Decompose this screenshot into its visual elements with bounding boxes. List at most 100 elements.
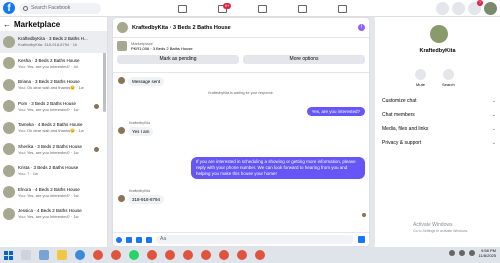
sticker-icon[interactable]: [136, 236, 142, 243]
volume-icon[interactable]: [468, 250, 475, 256]
waiting-note: KraftedbyKita is waiting for your respon…: [208, 91, 274, 95]
bell-icon: [415, 69, 426, 80]
menu-grid-button[interactable]: [436, 2, 449, 15]
mute-button[interactable]: Mute: [415, 69, 426, 87]
incoming-message[interactable]: Message sent: [128, 77, 165, 86]
section-chat-members[interactable]: Chat members ⌄: [382, 112, 496, 118]
section-privacy-support[interactable]: Privacy & support ⌄: [382, 140, 496, 146]
chrome-icon[interactable]: [219, 250, 229, 260]
listing-thumbnail: [3, 186, 15, 199]
groups-icon: [297, 4, 307, 13]
search-input[interactable]: Search Facebook: [19, 2, 101, 14]
chrome-icon[interactable]: [183, 250, 193, 260]
listing-image[interactable]: [117, 41, 127, 51]
message-row: 318-918-8794: [118, 195, 165, 204]
seen-avatar: [362, 213, 366, 217]
wifi-icon[interactable]: [458, 250, 465, 256]
sender-avatar: [118, 127, 125, 134]
chat-item[interactable]: Pom · 3 Beds 2 Baths House You: Yes, are …: [0, 96, 107, 118]
message-thread: Message sent KraftedbyKita is waiting fo…: [113, 73, 369, 223]
file-explorer-icon[interactable]: [57, 250, 67, 260]
chat-item[interactable]: Krista · 3 Beds 2 Baths House You: ? · 1w: [0, 160, 107, 182]
gif-icon[interactable]: [146, 236, 152, 243]
clock[interactable]: 9:58 PM 11/8/2025: [479, 248, 497, 258]
chat-item[interactable]: Briana · 3 Beds 2 Baths House You: Ok dea…: [0, 74, 107, 96]
chrome-icon[interactable]: [201, 250, 211, 260]
sender-avatar: [118, 77, 125, 84]
outgoing-message[interactable]: If you are interested in scheduling a sh…: [191, 157, 365, 179]
chrome-icon[interactable]: [147, 250, 157, 260]
groups-nav-button[interactable]: [282, 0, 322, 17]
section-media-files-links[interactable]: Media, files and links ⌄: [382, 126, 496, 132]
back-arrow-icon[interactable]: ←: [3, 20, 11, 29]
section-label: Privacy & support: [382, 140, 422, 146]
listing-name[interactable]: PKR1,006 · 3 Beds 2 Baths House: [131, 46, 193, 51]
chat-preview: You: Ok dear wait and thanks😊 · 1w: [18, 85, 84, 91]
incoming-message[interactable]: Yes I am: [128, 127, 154, 136]
chat-name: Pom · 3 Beds 2 Baths House: [18, 100, 77, 106]
listing-thumbnail: [3, 57, 15, 70]
section-label: Chat members: [382, 112, 415, 118]
home-icon: [177, 4, 187, 13]
windows-taskbar: 9:58 PM 11/8/2025: [0, 247, 500, 263]
listing-thumbnail: [3, 164, 15, 177]
chat-name: KraftedbyKita · 3 Beds 2 Baths H...: [18, 36, 88, 42]
mute-label: Mute: [416, 82, 425, 87]
search-icon: [442, 69, 454, 80]
chat-item[interactable]: Tameka · 4 Beds 2 Baths House You: Ok dea…: [0, 117, 107, 139]
chevron-down-icon: ⌄: [491, 126, 496, 132]
activate-windows-watermark: Activate Windows Go to Settings to activ…: [413, 222, 468, 234]
chat-name: Kesha · 3 Beds 2 Baths House: [18, 57, 80, 63]
outgoing-message[interactable]: Yes, are you interested?: [306, 107, 365, 116]
chevron-down-icon: ⌄: [491, 98, 496, 104]
chrome-icon[interactable]: [255, 250, 265, 260]
chrome-icon[interactable]: [111, 250, 121, 260]
task-view-icon[interactable]: [39, 250, 49, 260]
chevron-up-icon[interactable]: [448, 250, 455, 256]
contact-avatar[interactable]: [430, 25, 448, 43]
info-icon[interactable]: i: [358, 24, 365, 31]
message-composer: Aa: [113, 232, 369, 246]
gaming-icon: [337, 4, 347, 13]
sender-name: KraftedbyKita: [129, 189, 151, 193]
search-taskbar-icon[interactable]: [21, 250, 31, 260]
chat-item[interactable]: Elnora · 4 Beds 2 Baths House You: Yes, a…: [0, 182, 107, 204]
chat-item[interactable]: Jessica · 4 Beds 2 Baths House You: Yes, …: [0, 203, 107, 225]
chrome-icon[interactable]: [165, 250, 175, 260]
chat-item[interactable]: KraftedbyKita · 3 Beds 2 Baths H... Kraft…: [0, 31, 107, 53]
messenger-button[interactable]: [452, 2, 465, 15]
chat-name: Tameka · 4 Beds 2 Baths House: [18, 122, 83, 128]
video-nav-button[interactable]: 9+: [202, 0, 242, 17]
seen-avatar: [94, 103, 99, 109]
facebook-logo-icon[interactable]: f: [3, 2, 15, 14]
chrome-icon[interactable]: [237, 250, 247, 260]
home-nav-button[interactable]: [162, 0, 202, 17]
like-icon[interactable]: [358, 236, 365, 243]
chat-name: Krista · 3 Beds 2 Baths House: [18, 165, 79, 171]
sidebar-header: ← Marketplace: [0, 17, 107, 31]
message-input[interactable]: Aa: [156, 235, 354, 244]
plus-icon[interactable]: [116, 236, 122, 243]
edge-browser-icon[interactable]: [75, 250, 85, 260]
marketplace-nav-button[interactable]: [242, 0, 282, 17]
start-button[interactable]: [4, 250, 13, 260]
watermark-subtitle: Go to Settings to activate Windows.: [413, 229, 469, 233]
incoming-message[interactable]: 318-918-8794: [128, 195, 165, 204]
chat-header-title[interactable]: KraftedbyKita · 3 Beds 2 Baths House: [132, 25, 231, 31]
chat-preview: You: Yes, are you interested? · 4d: [18, 63, 78, 69]
image-icon[interactable]: [126, 236, 132, 243]
chat-item[interactable]: Kesha · 3 Beds 2 Baths House You: Yes, ar…: [0, 53, 107, 75]
gaming-nav-button[interactable]: [322, 0, 362, 17]
notifications-button[interactable]: 7: [468, 0, 483, 15]
profile-avatar[interactable]: [484, 2, 497, 15]
chat-info-panel: KraftedbyKita Mute Search Customize chat…: [375, 17, 500, 247]
mark-as-pending-button[interactable]: Mark as pending: [117, 55, 239, 64]
chrome-icon[interactable]: [93, 250, 103, 260]
search-in-chat-button[interactable]: Search: [442, 69, 455, 87]
chat-item[interactable]: Sherika · 3 Beds 2 Baths House You: Yes, …: [0, 139, 107, 161]
section-customize-chat[interactable]: Customize chat ⌄: [382, 98, 496, 104]
more-options-button[interactable]: More options: [243, 55, 365, 64]
listing-thumbnail: [3, 121, 15, 134]
whatsapp-icon[interactable]: [129, 250, 139, 260]
taskbar-apps: [21, 250, 265, 260]
